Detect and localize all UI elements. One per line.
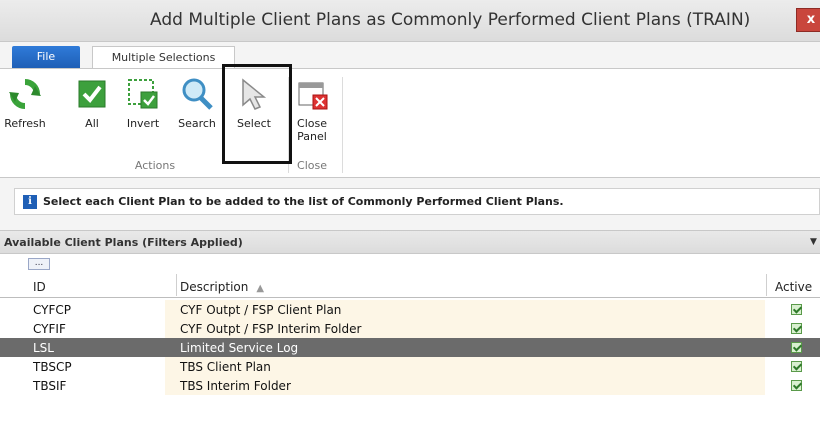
row-description: TBS Client Plan bbox=[180, 360, 271, 374]
refresh-icon bbox=[8, 77, 42, 111]
active-checkbox[interactable] bbox=[791, 380, 802, 391]
row-description: CYF Outpt / FSP Interim Folder bbox=[180, 322, 362, 336]
invert-selection-icon bbox=[126, 77, 160, 111]
info-icon: i bbox=[23, 195, 37, 209]
sort-ascending-icon: ▲ bbox=[256, 283, 265, 294]
table-row[interactable]: CYFCP CYF Outpt / FSP Client Plan bbox=[0, 300, 820, 319]
client-plans-grid: ... ID Description ▲ Active CYFCP CYF Out… bbox=[0, 254, 820, 430]
table-row[interactable]: TBSIF TBS Interim Folder bbox=[0, 376, 820, 395]
table-row[interactable]: TBSCP TBS Client Plan bbox=[0, 357, 820, 376]
table-row-selected[interactable]: LSL Limited Service Log bbox=[0, 338, 820, 357]
window-title: Add Multiple Client Plans as Commonly Pe… bbox=[150, 10, 751, 30]
select-all-button[interactable]: All bbox=[74, 77, 110, 130]
refresh-button[interactable]: Refresh bbox=[2, 77, 48, 130]
column-header-id[interactable]: ID bbox=[33, 280, 46, 294]
column-header-active[interactable]: Active bbox=[775, 280, 812, 294]
ribbon-tab-row: File Multiple Selections bbox=[0, 42, 820, 69]
panel-title: Available Client Plans (Filters Applied) bbox=[4, 236, 243, 249]
column-header-description[interactable]: Description ▲ bbox=[180, 280, 264, 294]
grid-options-button[interactable]: ... bbox=[28, 258, 50, 270]
row-id: CYFIF bbox=[33, 322, 66, 336]
search-label: Search bbox=[178, 117, 216, 130]
column-divider bbox=[176, 274, 177, 296]
row-id: LSL bbox=[33, 341, 54, 355]
available-plans-header[interactable]: Available Client Plans (Filters Applied)… bbox=[0, 230, 820, 254]
title-bar: Add Multiple Client Plans as Commonly Pe… bbox=[0, 0, 820, 42]
active-checkbox[interactable] bbox=[791, 361, 802, 372]
chevron-down-icon[interactable]: ▼ bbox=[810, 237, 817, 247]
tab-multiple-selections[interactable]: Multiple Selections bbox=[92, 46, 235, 69]
row-id: TBSIF bbox=[33, 379, 67, 393]
check-all-icon bbox=[75, 77, 109, 111]
actions-group-label: Actions bbox=[134, 159, 176, 172]
search-button[interactable]: Search bbox=[174, 77, 220, 130]
row-id: CYFCP bbox=[33, 303, 72, 317]
close-panel-label: Close Panel bbox=[297, 117, 327, 143]
group-separator bbox=[342, 77, 343, 173]
all-label: All bbox=[85, 117, 99, 130]
row-description: CYF Outpt / FSP Client Plan bbox=[180, 303, 342, 317]
column-header-description-label: Description bbox=[180, 280, 249, 294]
close-group-label: Close bbox=[297, 159, 327, 172]
select-highlight-box bbox=[222, 64, 292, 164]
refresh-label: Refresh bbox=[4, 117, 46, 130]
close-window-button[interactable]: x bbox=[796, 8, 820, 32]
grid-header: ID Description ▲ Active bbox=[0, 272, 820, 298]
info-text: Select each Client Plan to be added to t… bbox=[43, 195, 564, 208]
active-checkbox[interactable] bbox=[791, 304, 802, 315]
close-panel-button[interactable]: Close Panel bbox=[292, 77, 332, 143]
info-bar: i Select each Client Plan to be added to… bbox=[14, 188, 820, 215]
invert-label: Invert bbox=[126, 117, 160, 130]
row-description: Limited Service Log bbox=[180, 341, 299, 355]
active-checkbox[interactable] bbox=[791, 323, 802, 334]
search-icon bbox=[180, 77, 214, 111]
row-description: TBS Interim Folder bbox=[180, 379, 291, 393]
column-divider bbox=[766, 274, 767, 296]
table-row[interactable]: CYFIF CYF Outpt / FSP Interim Folder bbox=[0, 319, 820, 338]
ribbon: Refresh All Invert Search Select Close P… bbox=[0, 68, 820, 178]
tab-file[interactable]: File bbox=[12, 46, 80, 68]
invert-button[interactable]: Invert bbox=[122, 77, 164, 130]
close-panel-icon bbox=[295, 77, 329, 111]
active-checkbox[interactable] bbox=[791, 342, 802, 353]
row-id: TBSCP bbox=[33, 360, 72, 374]
